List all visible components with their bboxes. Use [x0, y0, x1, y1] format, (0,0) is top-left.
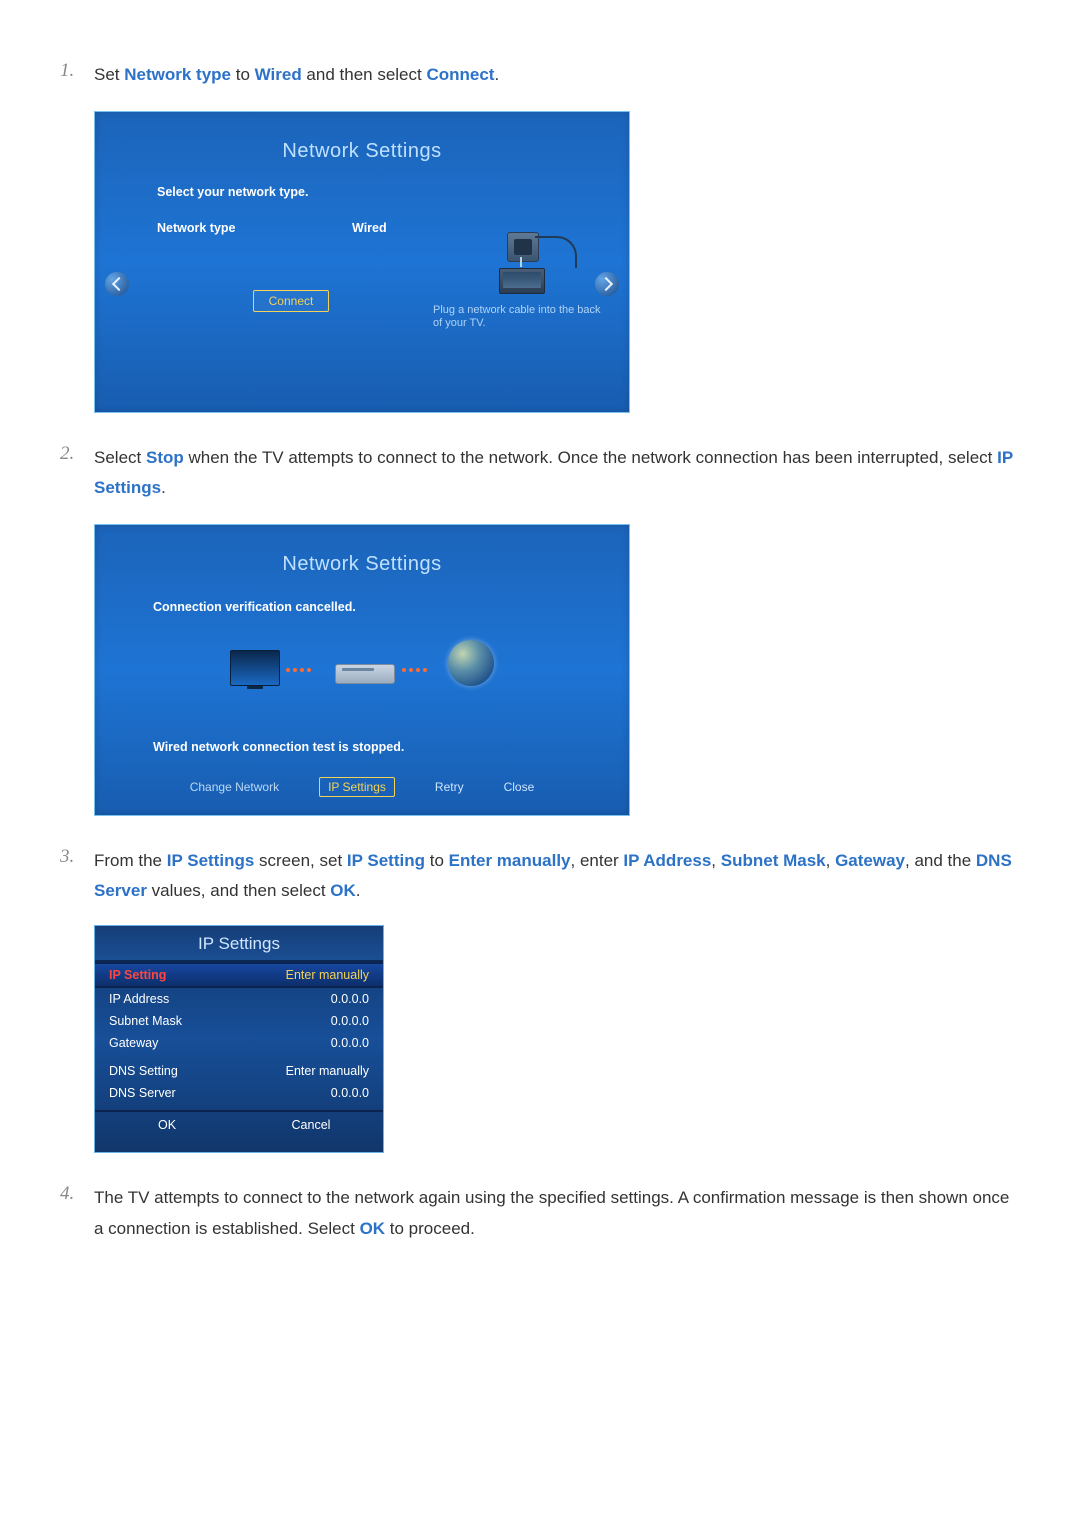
- t: Stop: [146, 448, 184, 467]
- t: From the: [94, 851, 167, 870]
- step1-text: Set Network type to Wired and then selec…: [94, 60, 1020, 91]
- panel-title: IP Settings: [95, 926, 383, 962]
- step-number: 1.: [60, 60, 74, 82]
- connection-cancelled-label: Connection verification cancelled.: [95, 576, 629, 614]
- t: Network type: [124, 65, 231, 84]
- t: Set: [94, 65, 124, 84]
- dns-server-value: 0.0.0.0: [331, 1086, 369, 1100]
- t: Enter manually: [449, 851, 571, 870]
- dns-setting-label: DNS Setting: [109, 1064, 178, 1078]
- gateway-value: 0.0.0.0: [331, 1036, 369, 1050]
- t: IP Setting: [347, 851, 425, 870]
- dns-server-row[interactable]: DNS Server 0.0.0.0: [95, 1082, 383, 1104]
- t: ,: [826, 851, 835, 870]
- cable-icon: [535, 236, 577, 268]
- retry-button[interactable]: Retry: [435, 780, 464, 797]
- subnet-mask-label: Subnet Mask: [109, 1014, 182, 1028]
- test-stopped-label: Wired network connection test is stopped…: [95, 700, 629, 754]
- t: , and the: [905, 851, 976, 870]
- network-settings-panel-1: Network Settings Select your network typ…: [94, 111, 630, 413]
- connect-button[interactable]: Connect: [253, 290, 329, 312]
- connection-dots-icon: [402, 668, 427, 672]
- step4-text: The TV attempts to connect to the networ…: [94, 1183, 1020, 1244]
- tv-icon: [499, 268, 545, 294]
- t: The TV attempts to connect to the networ…: [94, 1188, 1009, 1238]
- panel-title: Network Settings: [95, 525, 629, 576]
- plug-hint: Plug a network cable into the back of yo…: [433, 304, 603, 332]
- step-number: 3.: [60, 846, 74, 868]
- t: OK: [330, 881, 356, 900]
- ip-setting-row[interactable]: IP Setting Enter manually: [95, 962, 383, 988]
- t: to: [231, 65, 255, 84]
- ok-button[interactable]: OK: [95, 1112, 239, 1138]
- t: ,: [711, 851, 720, 870]
- ip-address-value: 0.0.0.0: [331, 992, 369, 1006]
- gateway-label: Gateway: [109, 1036, 158, 1050]
- change-network-button[interactable]: Change Network: [190, 780, 279, 797]
- t: Wired: [255, 65, 302, 84]
- ip-settings-button[interactable]: IP Settings: [319, 777, 395, 797]
- chevron-right-icon: [598, 277, 612, 291]
- t: IP Address: [623, 851, 711, 870]
- t: OK: [360, 1219, 386, 1238]
- dns-server-label: DNS Server: [109, 1086, 176, 1100]
- network-type-value[interactable]: Wired: [352, 219, 387, 259]
- dns-setting-value: Enter manually: [286, 1064, 369, 1078]
- t: , enter: [571, 851, 624, 870]
- dns-setting-row[interactable]: DNS Setting Enter manually: [95, 1060, 383, 1082]
- t: and then select: [302, 65, 427, 84]
- close-button[interactable]: Close: [504, 780, 535, 797]
- t: values, and then select: [147, 881, 330, 900]
- t: Connect: [426, 65, 494, 84]
- tv-icon: [230, 650, 280, 686]
- connection-diagram: [230, 632, 494, 700]
- chevron-left-icon: [111, 277, 125, 291]
- gateway-row[interactable]: Gateway 0.0.0.0: [95, 1032, 383, 1054]
- ip-settings-panel: IP Settings IP Setting Enter manually IP…: [94, 925, 384, 1153]
- select-network-type-label: Select your network type.: [95, 163, 629, 199]
- step-number: 2.: [60, 443, 74, 465]
- subnet-mask-value: 0.0.0.0: [331, 1014, 369, 1028]
- panel-title: Network Settings: [95, 112, 629, 163]
- cancel-button[interactable]: Cancel: [239, 1112, 383, 1138]
- network-settings-panel-2: Network Settings Connection verification…: [94, 524, 630, 816]
- t: Subnet Mask: [721, 851, 826, 870]
- t: to proceed.: [385, 1219, 475, 1238]
- ip-setting-label: IP Setting: [109, 968, 166, 982]
- t: when the TV attempts to connect to the n…: [184, 448, 997, 467]
- nav-right-button[interactable]: [595, 272, 619, 296]
- t: .: [356, 881, 361, 900]
- t: .: [494, 65, 499, 84]
- ip-address-row[interactable]: IP Address 0.0.0.0: [95, 988, 383, 1010]
- step-number: 4.: [60, 1183, 74, 1205]
- t: Select: [94, 448, 146, 467]
- ip-address-label: IP Address: [109, 992, 169, 1006]
- subnet-mask-row[interactable]: Subnet Mask 0.0.0.0: [95, 1010, 383, 1032]
- ip-setting-value: Enter manually: [286, 968, 369, 982]
- step2-text: Select Stop when the TV attempts to conn…: [94, 443, 1020, 504]
- t: .: [161, 478, 166, 497]
- network-type-label: Network type: [157, 219, 352, 259]
- step3-text: From the IP Settings screen, set IP Sett…: [94, 846, 1020, 907]
- t: Gateway: [835, 851, 905, 870]
- t: IP Settings: [167, 851, 255, 870]
- globe-icon: [448, 640, 494, 686]
- nav-left-button[interactable]: [105, 272, 129, 296]
- t: screen, set: [254, 851, 347, 870]
- t: to: [425, 851, 449, 870]
- cable-into-tv-illustration: [485, 232, 575, 300]
- router-icon: [335, 664, 395, 684]
- connection-dots-icon: [286, 668, 311, 672]
